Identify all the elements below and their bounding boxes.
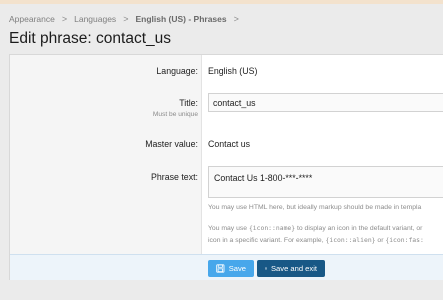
label-column bbox=[10, 55, 202, 254]
top-accent-bar bbox=[0, 0, 443, 4]
save-and-exit-button[interactable]: Save and exit bbox=[257, 260, 325, 277]
master-value-label: Master value: bbox=[145, 139, 198, 149]
page-title: Edit phrase: contact_us bbox=[9, 30, 171, 47]
title-input[interactable]: contact_us bbox=[208, 93, 443, 112]
chevron-right-icon: > bbox=[233, 14, 239, 24]
chevron-right-icon: > bbox=[61, 14, 68, 24]
phrase-text-explain-2: You may use {icon::name} to display an i… bbox=[208, 224, 423, 232]
save-button-label: Save bbox=[228, 264, 246, 273]
icon-example-code: {icon::alien} bbox=[325, 236, 376, 244]
breadcrumb-item-languages[interactable]: Languages bbox=[74, 14, 116, 24]
form-submit-row: Save Save and exit bbox=[10, 254, 443, 280]
floppy-disk-icon bbox=[265, 267, 267, 270]
breadcrumb-item-appearance[interactable]: Appearance bbox=[9, 14, 55, 24]
icon-syntax-code: {icon::name} bbox=[248, 224, 296, 232]
edit-phrase-form: Language: English (US) Title: Must be un… bbox=[9, 54, 443, 280]
save-and-exit-label: Save and exit bbox=[270, 264, 317, 273]
floppy-disk-icon bbox=[216, 264, 225, 273]
phrase-text-textarea[interactable]: Contact Us 1-800-***-**** bbox=[208, 166, 443, 198]
chevron-right-icon: > bbox=[123, 14, 129, 24]
phrase-text-label: Phrase text: bbox=[151, 172, 198, 182]
language-label: Language: bbox=[156, 66, 198, 76]
title-label: Title: bbox=[179, 98, 198, 108]
phrase-text-explain-1: You may use HTML here, but ideally marku… bbox=[208, 204, 422, 211]
icon-example-code-2: {icon:fas: bbox=[385, 236, 424, 244]
master-value-text: Contact us bbox=[208, 139, 251, 149]
save-button[interactable]: Save bbox=[208, 260, 254, 277]
language-value: English (US) bbox=[208, 66, 258, 76]
title-hint: Must be unique bbox=[152, 111, 198, 118]
phrase-text-explain-3: icon in a specific variant. For example,… bbox=[208, 236, 424, 244]
breadcrumb: Appearance > Languages > English (US) - … bbox=[9, 14, 246, 24]
breadcrumb-item-phrases[interactable]: English (US) - Phrases bbox=[135, 14, 226, 24]
